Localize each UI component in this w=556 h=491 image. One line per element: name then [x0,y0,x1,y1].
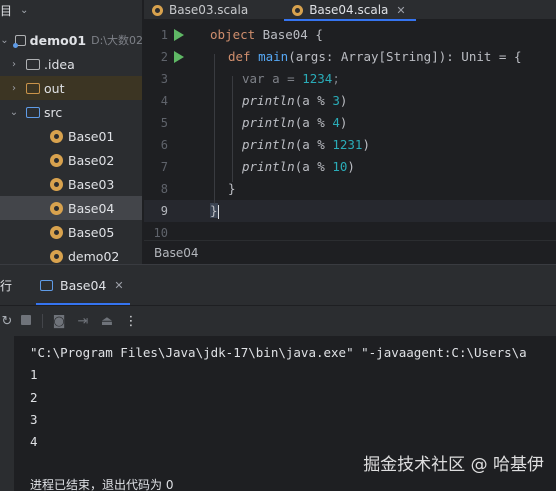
toolbar-divider [42,314,43,328]
line-number: 1 [160,28,168,42]
chevron-down-icon[interactable]: ⌄ [0,35,9,46]
tree-item-label: out [44,80,65,96]
project-header[interactable]: 目 ⌄ [0,0,142,20]
code-line-7[interactable]: println(a % 10) [242,156,355,178]
chevron-right-icon[interactable]: › [8,59,20,70]
code-line-1[interactable]: object Base04 { [210,24,323,46]
source-folder-icon [26,106,40,118]
code-line-6[interactable]: println(a % 1231) [242,134,370,156]
close-icon[interactable]: ✕ [396,4,405,17]
run-panel-title: 行 [0,278,13,293]
scala-object-icon [50,201,63,215]
line-number: 3 [160,72,168,86]
tree-item-base02[interactable]: Base02 [0,148,142,172]
tree-item-label: demo02 [68,248,120,264]
project-header-label: 目 [0,3,13,18]
line-number: 7 [160,160,168,174]
scala-object-icon [50,177,63,191]
scala-object-icon [50,249,63,263]
line-number: 2 [160,50,168,64]
line-number: 8 [160,182,168,196]
scala-object-icon [50,225,63,239]
editor-tab-bar: Base03.scala Base04.scala ✕ [144,0,556,21]
text-caret [217,204,220,219]
tree-item-label: Base04 [68,200,115,216]
tab-label: Base04.scala [309,3,389,17]
line-number: 6 [160,138,168,152]
tab-label: Base03.scala [169,3,249,17]
line-number: 4 [160,94,168,108]
run-object-icon[interactable] [174,29,184,41]
console-output-line: 4 [30,434,38,449]
tree-item-demo02[interactable]: demo02 [0,244,142,264]
indent-guide [214,54,215,204]
watermark: 掘金技术社区 @ 哈基伊 [363,455,544,475]
console-command-line: "C:\Program Files\Java\jdk-17\bin\java.e… [30,345,527,360]
tree-item-base03[interactable]: Base03 [0,172,142,196]
console-output-line: 1 [30,367,38,382]
console-output-line: 3 [30,412,38,427]
module-folder-icon [12,34,26,48]
tree-item-out[interactable]: › out [0,76,142,100]
tree-item-base01[interactable]: Base01 [0,124,142,148]
run-toolbar: ↻ ◙ ⇥ ⏏ ⋮ [0,306,556,336]
run-tab-base04[interactable]: Base04 ✕ [30,265,130,305]
code-line-9[interactable]: } [144,200,556,222]
tab-base03[interactable]: Base03.scala [144,0,258,20]
console-gutter [0,336,14,491]
tree-item-src[interactable]: ⌄ src [0,100,142,124]
code-line-2[interactable]: def main(args: Array[String]): Unit = { [228,46,522,68]
tab-base04[interactable]: Base04.scala ✕ [284,0,417,21]
tree-item-label: Base03 [68,176,115,192]
tree-item-label: demo01 [29,32,87,48]
line-number: 10 [153,226,168,240]
indent-guide [232,76,233,182]
chevron-down-icon[interactable]: ⌄ [8,107,20,118]
camera-icon[interactable]: ◙ [47,314,71,329]
close-icon[interactable]: ✕ [114,279,123,292]
run-header: 行 Base04 ✕ [0,265,556,305]
console-output-line: 2 [30,390,38,405]
tree-item-label: Base05 [68,224,115,240]
scala-file-icon [152,4,163,16]
breadcrumb-item[interactable]: Base04 [154,246,199,260]
tree-item-label: src [44,104,63,120]
code-line-3[interactable]: var a = 1234; [242,68,340,90]
line-number: 9 [160,204,168,218]
exit-icon[interactable]: ⏏ [95,314,119,329]
folder-icon [26,58,40,70]
excluded-folder-icon [26,82,40,94]
code-editor[interactable]: } 1 2 3 4 5 6 7 8 9 10 object Base04 { d… [144,21,556,240]
tree-item-idea[interactable]: › .idea [0,52,142,76]
code-line-5[interactable]: println(a % 4) [242,112,347,134]
chevron-down-icon[interactable]: ⌄ [20,5,28,16]
tree-item-label: .idea [44,56,75,72]
module-path: D:\大数02 [91,34,143,47]
process-exit-status: 进程已结束，退出代码为 0 [30,478,174,491]
scala-object-icon [50,153,63,167]
more-options-icon[interactable]: ⋮ [119,314,143,329]
tree-item-base05[interactable]: Base05 [0,220,142,244]
scala-file-icon [292,4,304,16]
line-number: 5 [160,116,168,130]
code-line-4[interactable]: println(a % 3) [242,90,347,112]
tree-item-label: Base02 [68,152,115,168]
tree-item-base04[interactable]: Base04 [0,196,142,220]
breadcrumb[interactable]: Base04 [144,240,556,264]
tree-item-label: Base01 [68,128,115,144]
stop-icon[interactable] [14,314,38,329]
scala-object-icon [50,129,63,143]
rerun-icon[interactable]: ↻ [0,314,14,329]
restore-layout-icon[interactable]: ⇥ [71,314,95,329]
code-line-8[interactable]: } [228,178,236,200]
chevron-right-icon[interactable]: › [8,83,20,94]
tree-item-demo01[interactable]: ⌄ demo01 D:\大数02 [0,28,143,52]
console-icon [40,279,53,291]
project-tool-window: 目 ⌄ ⌄ demo01 D:\大数02 › .idea › out ⌄ src… [0,0,143,264]
run-tab-label: Base04 [60,277,107,293]
run-main-icon[interactable] [174,51,184,63]
